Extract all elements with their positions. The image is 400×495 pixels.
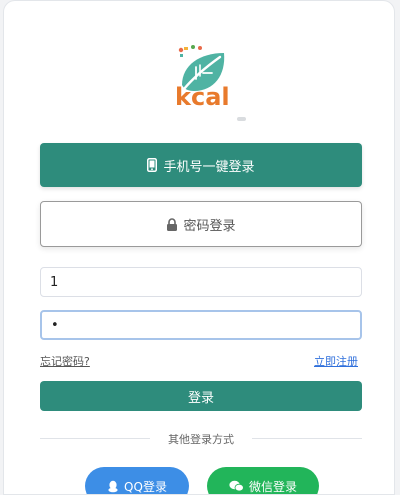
wechat-icon — [229, 480, 244, 492]
divider-line-right — [252, 438, 362, 439]
login-page: kcal 手机号一键登录 密码登录 忘记密码? 立即注册 登录 其他登 — [3, 0, 395, 495]
login-button[interactable]: 登录 — [40, 381, 362, 411]
mobile-phone-icon — [147, 158, 158, 172]
account-input[interactable] — [40, 267, 362, 297]
register-link[interactable]: 立即注册 — [314, 353, 358, 369]
divider-text: 其他登录方式 — [168, 433, 234, 446]
forgot-password-link[interactable]: 忘记密码? — [40, 353, 90, 369]
other-login-divider: 其他登录方式 — [40, 431, 362, 447]
password-input[interactable] — [40, 310, 362, 340]
lock-icon — [166, 217, 178, 231]
qq-login-button[interactable]: QQ登录 — [85, 467, 189, 494]
qq-icon — [107, 480, 119, 493]
wechat-login-button[interactable]: 微信登录 — [207, 467, 319, 494]
password-login-button[interactable]: 密码登录 — [40, 201, 362, 247]
phone-login-label: 手机号一键登录 — [163, 158, 255, 174]
logo-text: kcal — [175, 83, 230, 111]
password-login-label: 密码登录 — [183, 217, 236, 233]
wechat-login-label: 微信登录 — [248, 479, 297, 494]
phone-login-button[interactable]: 手机号一键登录 — [40, 143, 362, 187]
drag-handle — [237, 117, 246, 121]
qq-login-label: QQ登录 — [124, 479, 167, 494]
